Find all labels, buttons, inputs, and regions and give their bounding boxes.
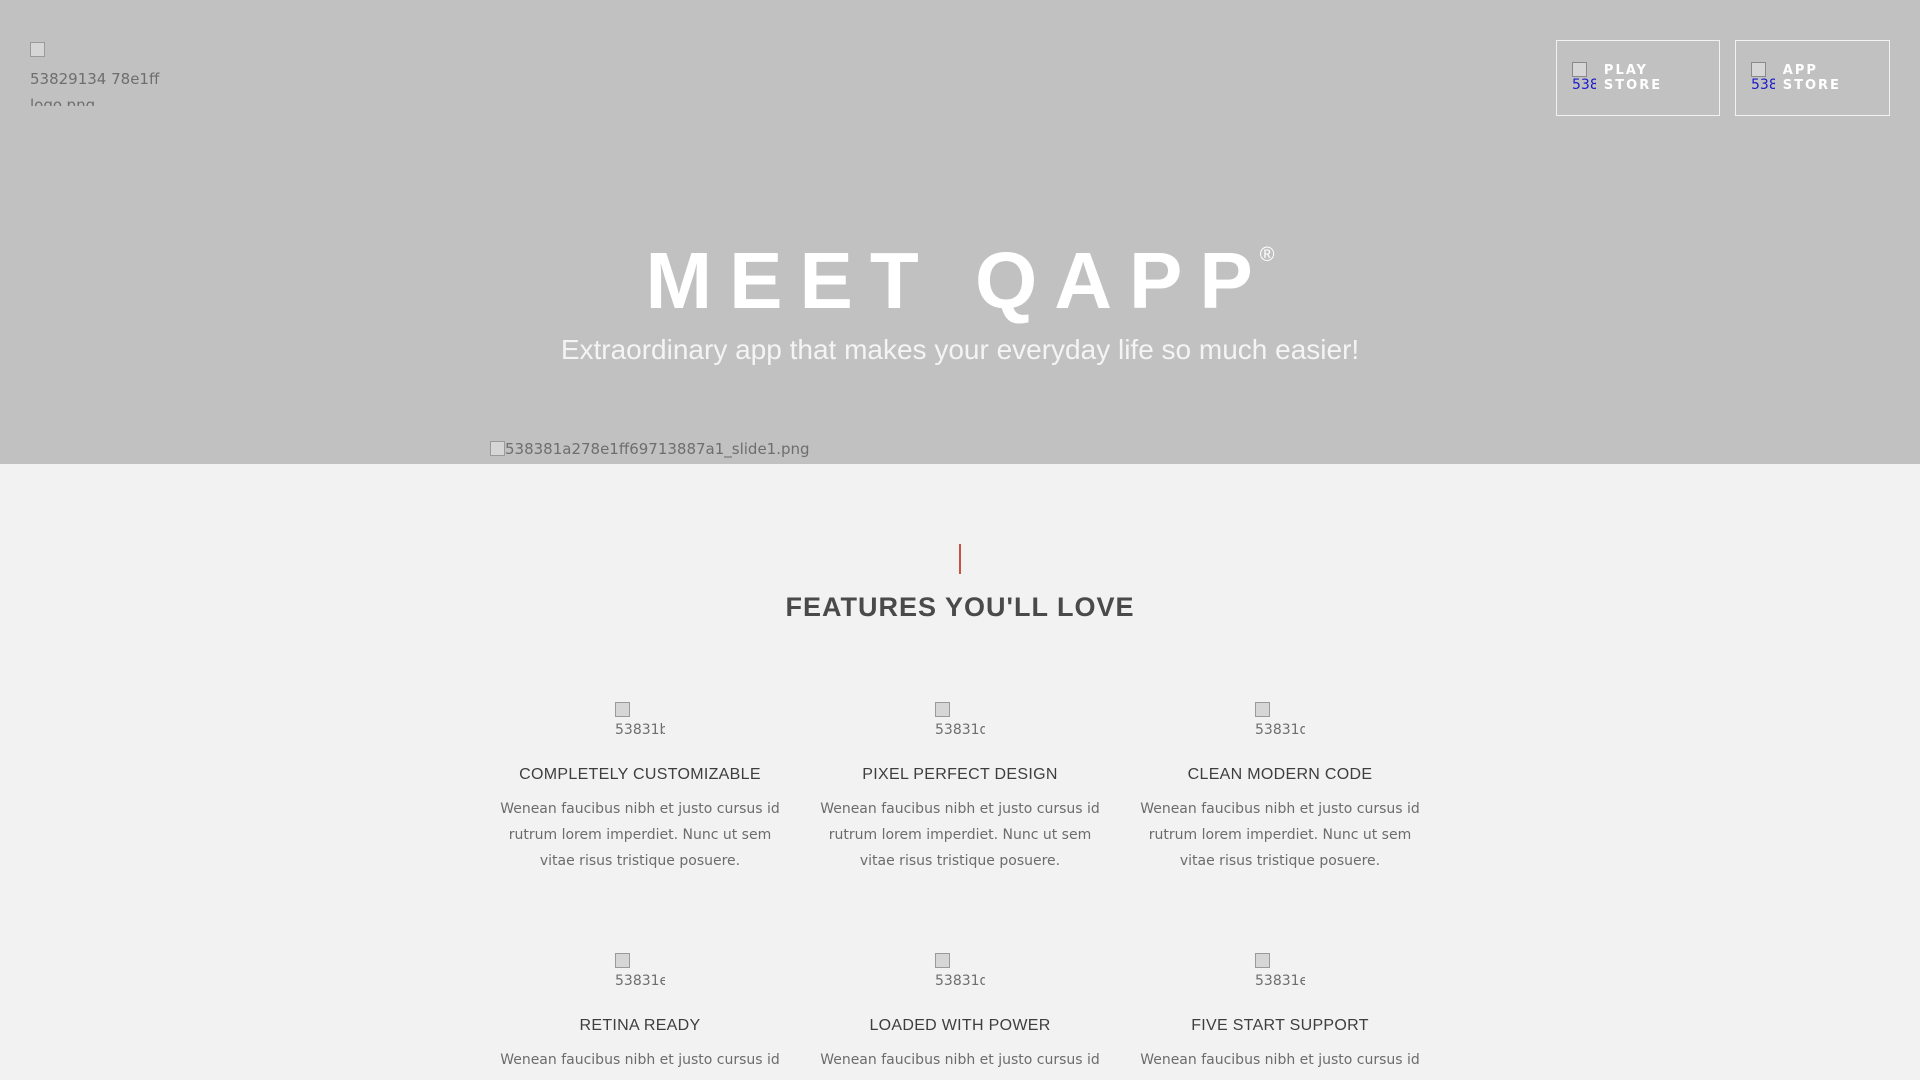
slide-alt-text: 538381a278e1ff69713887a1_slide1.png (505, 440, 810, 458)
site-logo[interactable]: 53829134 78e1ff6971 logo.png (30, 40, 160, 106)
feature-icon-alt: 53831da (935, 722, 985, 738)
hero-slide-image: 538381a278e1ff69713887a1_slide1.png (490, 440, 810, 458)
feature-title: LOADED WITH POWER (869, 1017, 1051, 1034)
feature-card: 53831bc COMPLETELY CUSTOMIZABLE Wenean f… (490, 700, 790, 874)
broken-image-icon (1255, 702, 1270, 717)
broken-image-icon (490, 441, 505, 456)
app-store-icon-alt: 538 (1751, 77, 1775, 93)
section-accent-line (959, 544, 961, 574)
play-store-label: PLAY STORE (1603, 63, 1663, 93)
feature-description: Wenean faucibus nibh et justo cursus id … (500, 801, 780, 869)
feature-description: Wenean faucibus nibh et justo cursus id (820, 1052, 1100, 1068)
broken-image-icon (1751, 62, 1766, 77)
hero-title: MEET QAPP® (0, 228, 1920, 333)
feature-icon-alt: 53831d8 (1255, 722, 1305, 738)
broken-image-icon (615, 702, 630, 717)
broken-image-icon (935, 702, 950, 717)
feature-icon-alt: 53831bc (615, 722, 665, 738)
broken-image-icon (30, 42, 45, 57)
feature-card: 53831e4 RETINA READY Wenean faucibus nib… (490, 951, 790, 1073)
feature-icon: 53831e4 (615, 951, 665, 993)
feature-icon-alt: 53831e4 (615, 973, 665, 989)
broken-image-icon (615, 953, 630, 968)
feature-icon: 53831e9 (1255, 951, 1305, 993)
feature-description: Wenean faucibus nibh et justo cursus id … (1140, 801, 1420, 869)
logo-alt-text-line1: 53829134 78e1ff6971 (30, 70, 160, 88)
play-store-icon-alt: 538 (1572, 77, 1596, 93)
feature-card: 53831e9 FIVE START SUPPORT Wenean faucib… (1130, 951, 1430, 1073)
feature-description: Wenean faucibus nibh et justo cursus id (1140, 1052, 1420, 1068)
feature-icon-alt: 53831e9 (1255, 973, 1305, 989)
app-store-icon: 538 (1751, 60, 1775, 96)
broken-image-icon (1572, 62, 1587, 77)
feature-title: RETINA READY (579, 1017, 701, 1034)
feature-description: Wenean faucibus nibh et justo cursus id … (820, 801, 1100, 869)
feature-icon: 53831bc (615, 700, 665, 742)
feature-icon: 53831d8 (1255, 700, 1305, 742)
feature-title: FIVE START SUPPORT (1191, 1017, 1369, 1034)
broken-image-icon (935, 953, 950, 968)
feature-card: 53831d8 CLEAN MODERN CODE Wenean faucibu… (1130, 700, 1430, 874)
feature-icon-alt: 53831df (935, 973, 985, 989)
feature-description: Wenean faucibus nibh et justo cursus id (500, 1052, 780, 1068)
feature-title: CLEAN MODERN CODE (1187, 766, 1373, 783)
logo-alt-text-line2: logo.png (30, 96, 96, 106)
registered-mark: ® (1259, 244, 1275, 266)
app-store-label: APP STORE (1782, 63, 1841, 93)
feature-icon: 53831da (935, 700, 985, 742)
feature-title: COMPLETELY CUSTOMIZABLE (519, 766, 761, 783)
play-store-icon: 538 (1572, 60, 1596, 96)
hero-section: 53829134 78e1ff6971 logo.png 538 PLAY ST… (0, 0, 1920, 464)
feature-card: 53831df LOADED WITH POWER Wenean faucibu… (810, 951, 1110, 1073)
app-store-button[interactable]: 538 APP STORE (1735, 40, 1890, 116)
hero-subtitle: Extraordinary app that makes your everyd… (560, 334, 1360, 365)
features-title: FEATURES YOU'LL LOVE (785, 592, 1135, 622)
feature-title: PIXEL PERFECT DESIGN (862, 766, 1058, 783)
play-store-button[interactable]: 538 PLAY STORE (1556, 40, 1720, 116)
feature-icon: 53831df (935, 951, 985, 993)
hero-title-text: MEET QAPP (645, 236, 1270, 325)
feature-card: 53831da PIXEL PERFECT DESIGN Wenean fauc… (810, 700, 1110, 874)
broken-image-icon (1255, 953, 1270, 968)
